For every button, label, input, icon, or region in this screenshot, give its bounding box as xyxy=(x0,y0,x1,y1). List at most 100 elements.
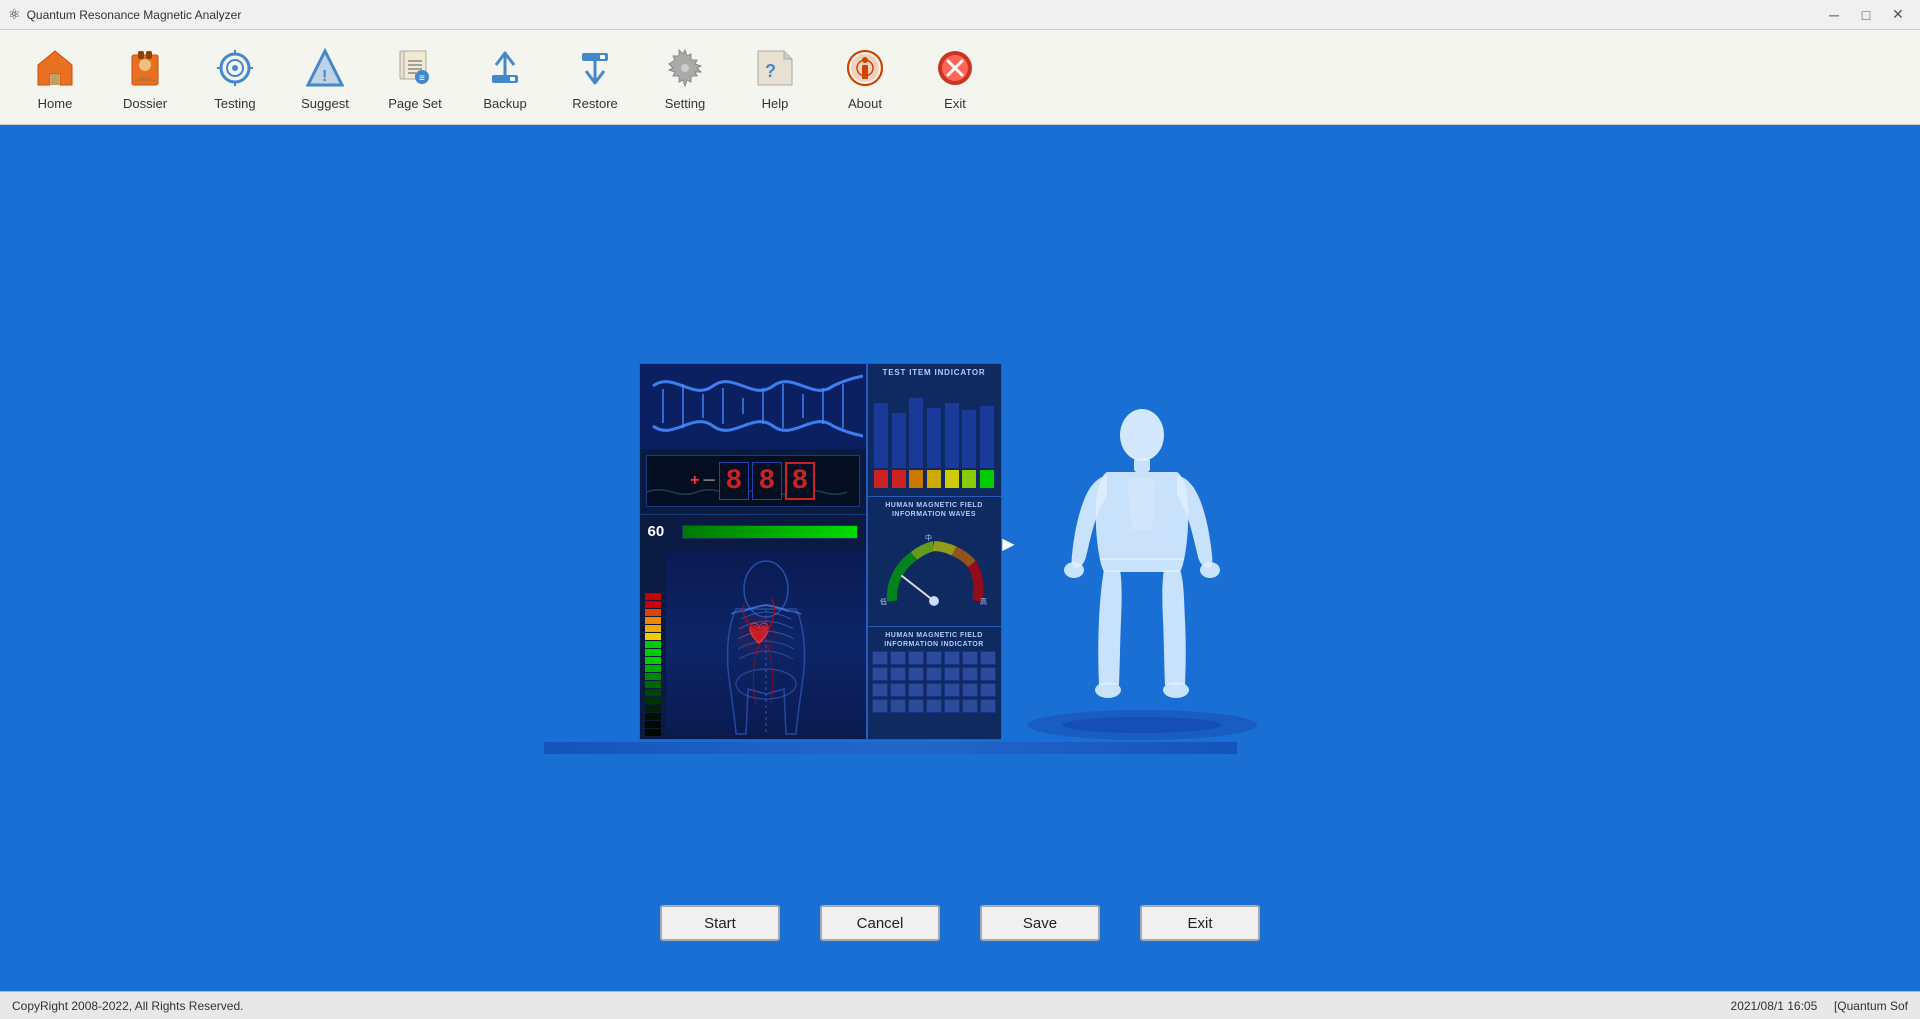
gc-22 xyxy=(872,699,888,713)
start-button[interactable]: Start xyxy=(660,905,780,941)
gc-11 xyxy=(926,667,942,681)
gc-19 xyxy=(944,683,960,697)
app-title: Quantum Resonance Magnetic Analyzer xyxy=(27,8,242,22)
bar-bottom-3 xyxy=(909,470,923,488)
gc-14 xyxy=(980,667,996,681)
digit-1: 8 xyxy=(719,462,749,500)
maximize-button[interactable]: □ xyxy=(1852,4,1880,26)
setting-label: Setting xyxy=(665,96,705,111)
backup-icon xyxy=(481,44,529,92)
digital-screen: + ─ 8 8 8 xyxy=(646,455,860,507)
toolbar-item-dossier[interactable]: Dossier xyxy=(100,35,190,120)
backup-label: Backup xyxy=(483,96,526,111)
toolbar-item-backup[interactable]: Backup xyxy=(460,35,550,120)
magnetic-waves-panel: HUMAN MAGNETIC FIELD INFORMATION WAVES xyxy=(868,497,1001,627)
restore-label: Restore xyxy=(572,96,618,111)
gc-28 xyxy=(980,699,996,713)
pageset-label: Page Set xyxy=(388,96,442,111)
ind-bar-4 xyxy=(927,408,942,488)
bar-bottom-5 xyxy=(945,470,959,488)
toolbar-item-about[interactable]: About xyxy=(820,35,910,120)
toolbar-item-help[interactable]: ? Help xyxy=(730,35,820,120)
title-bar-left: ⚛ Quantum Resonance Magnetic Analyzer xyxy=(8,6,241,23)
gc-7 xyxy=(980,651,996,665)
gc-16 xyxy=(890,683,906,697)
indicator-grid xyxy=(872,651,997,713)
magnetic-indicator-panel: HUMAN MAGNETIC FIELD INFORMATION INDICAT… xyxy=(868,627,1001,739)
home-icon xyxy=(31,44,79,92)
toolbar-item-exit[interactable]: Exit xyxy=(910,35,1000,120)
toolbar-item-testing[interactable]: Testing xyxy=(190,35,280,120)
title-bar: ⚛ Quantum Resonance Magnetic Analyzer ─ … xyxy=(0,0,1920,30)
v-bar-8 xyxy=(645,649,661,656)
home-label: Home xyxy=(38,96,73,111)
ind-bar-5 xyxy=(944,403,959,488)
svg-text:高: 高 xyxy=(980,597,987,606)
panel-row: + ─ 8 8 8 60 xyxy=(639,363,1282,740)
app-icon: ⚛ xyxy=(8,6,21,23)
level-area: 60 xyxy=(640,514,866,549)
gc-15 xyxy=(872,683,888,697)
toolbar-item-home[interactable]: Home xyxy=(10,35,100,120)
human-body-svg xyxy=(1012,390,1272,740)
version-text: [Quantum Sof xyxy=(1834,999,1908,1013)
ind-bar-3 xyxy=(909,398,924,488)
gc-2 xyxy=(890,651,906,665)
bar-top-4 xyxy=(927,408,941,468)
level-bar-fill xyxy=(683,526,857,538)
exit-label: Exit xyxy=(944,96,966,111)
vertical-meter xyxy=(640,549,666,739)
dna-area xyxy=(640,364,866,449)
gc-4 xyxy=(926,651,942,665)
exit-button[interactable]: Exit xyxy=(1140,905,1260,941)
restore-icon xyxy=(571,44,619,92)
toolbar-item-pageset[interactable]: ≡ Page Set xyxy=(370,35,460,120)
save-button[interactable]: Save xyxy=(980,905,1100,941)
gc-21 xyxy=(980,683,996,697)
level-number: 60 xyxy=(648,523,674,540)
datetime-text: 2021/08/1 16:05 xyxy=(1731,999,1818,1013)
cancel-button[interactable]: Cancel xyxy=(820,905,940,941)
bar-top-5 xyxy=(945,403,959,468)
bar-bottom-6 xyxy=(962,470,976,488)
svg-text:≡: ≡ xyxy=(419,73,425,84)
gc-25 xyxy=(926,699,942,713)
suggest-icon: ! xyxy=(301,44,349,92)
svg-text:?: ? xyxy=(765,61,776,81)
gc-12 xyxy=(944,667,960,681)
gauge-svg: 低 中 高 xyxy=(872,526,997,616)
v-bar-6 xyxy=(645,633,661,640)
minus-sign: ─ xyxy=(704,472,715,490)
close-button[interactable]: ✕ xyxy=(1884,4,1912,26)
dna-helix xyxy=(643,366,863,446)
toolbar-item-restore[interactable]: Restore xyxy=(550,35,640,120)
toolbar-item-setting[interactable]: Setting xyxy=(640,35,730,120)
v-bar-11 xyxy=(645,673,661,680)
minimize-button[interactable]: ─ xyxy=(1820,4,1848,26)
v-bar-4 xyxy=(645,617,661,624)
plus-sign: + xyxy=(690,472,699,490)
ind-bar-6 xyxy=(962,410,977,488)
ind-bar-7 xyxy=(980,406,995,488)
digital-display: + ─ 8 8 8 xyxy=(640,449,866,514)
gc-23 xyxy=(890,699,906,713)
indicator-bars xyxy=(872,380,997,490)
gc-10 xyxy=(908,667,924,681)
bottom-buttons: Start Cancel Save Exit xyxy=(660,905,1260,941)
gc-17 xyxy=(908,683,924,697)
dossier-label: Dossier xyxy=(123,96,167,111)
toolbar-item-suggest[interactable]: ! Suggest xyxy=(280,35,370,120)
setting-icon xyxy=(661,44,709,92)
gauge-display: 低 中 高 xyxy=(872,521,997,621)
bar-top-1 xyxy=(874,403,888,468)
gc-20 xyxy=(962,683,978,697)
title-bar-controls: ─ □ ✕ xyxy=(1820,4,1912,26)
v-bar-9 xyxy=(645,657,661,664)
v-bar-1 xyxy=(645,593,661,600)
gc-6 xyxy=(962,651,978,665)
svg-text:中: 中 xyxy=(925,533,932,542)
svg-text:!: ! xyxy=(322,68,327,85)
about-icon xyxy=(841,44,889,92)
exit-icon xyxy=(931,44,979,92)
v-bar-2 xyxy=(645,601,661,608)
